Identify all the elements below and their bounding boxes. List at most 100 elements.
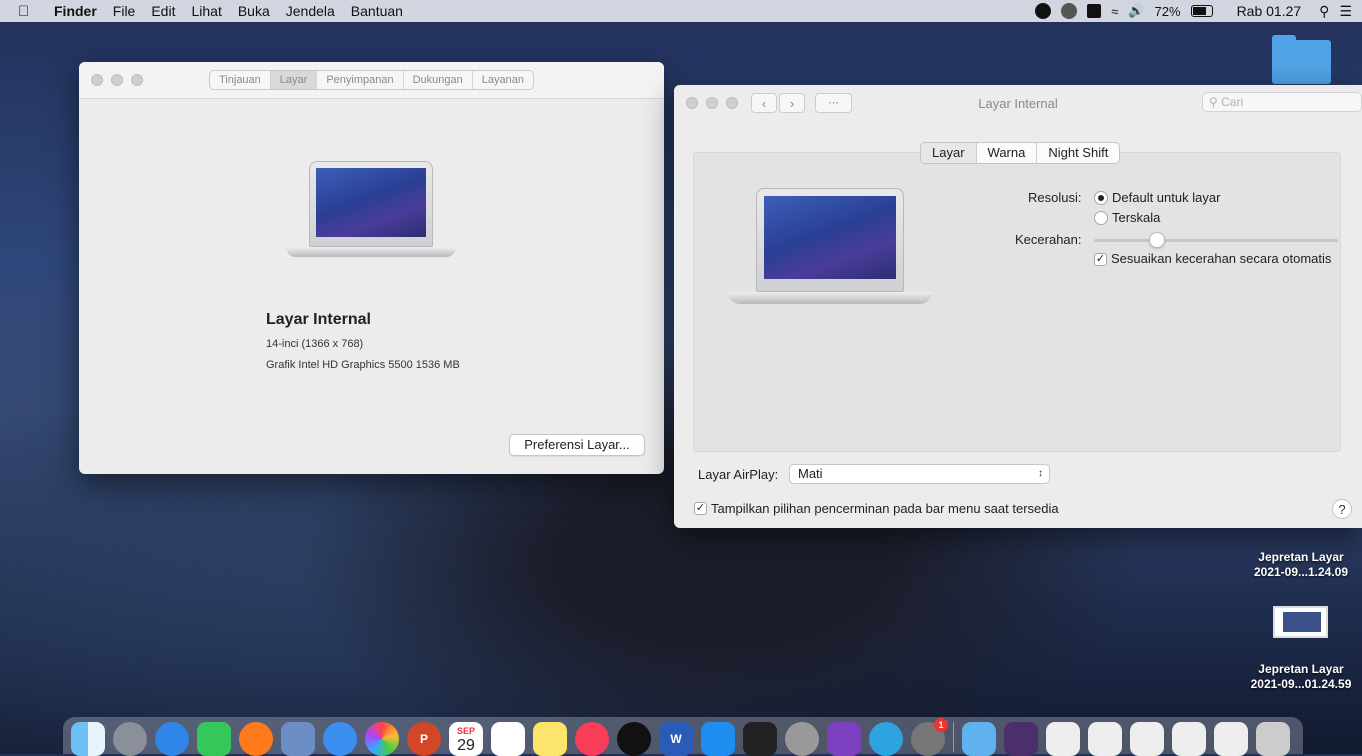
resolution-default-radio[interactable] xyxy=(1094,191,1108,205)
minimize-button[interactable] xyxy=(111,74,123,86)
word-icon[interactable]: W xyxy=(659,722,693,756)
app-store-icon[interactable] xyxy=(701,722,735,756)
menu-go[interactable]: Buka xyxy=(238,3,270,19)
screenshot-thumbnail[interactable] xyxy=(1273,606,1328,638)
menu-help[interactable]: Bantuan xyxy=(351,3,403,19)
prefs-titlebar: ‹ › ⋯ Layar Internal ⚲ Cari xyxy=(674,85,1362,122)
tab-color[interactable]: Warna xyxy=(977,143,1038,163)
auto-brightness-label[interactable]: Sesuaikan kecerahan secara otomatis xyxy=(1111,251,1331,266)
apple-tv-icon[interactable] xyxy=(617,722,651,756)
file-name-line1: Jepretan Layar xyxy=(1258,662,1344,676)
github-icon[interactable] xyxy=(827,722,861,756)
minimized-window-icon[interactable] xyxy=(1004,722,1038,756)
brightness-slider[interactable] xyxy=(1094,239,1338,242)
downloads-folder-icon[interactable] xyxy=(962,722,996,756)
trash-icon[interactable] xyxy=(1256,722,1290,756)
tab-support[interactable]: Dukungan xyxy=(404,71,473,89)
control-center-icon[interactable]: ☰ xyxy=(1339,3,1352,20)
messages-icon[interactable] xyxy=(323,722,357,756)
menu-bar:  Finder File Edit Lihat Buka Jendela Ba… xyxy=(0,0,1362,22)
menu-window[interactable]: Jendela xyxy=(286,3,335,19)
about-tabs: Tinjauan Layar Penyimpanan Dukungan Laya… xyxy=(209,70,534,90)
search-input[interactable]: ⚲ Cari xyxy=(1202,92,1362,112)
minimized-window-icon[interactable] xyxy=(1088,722,1122,756)
calendar-icon[interactable]: SEP 29 xyxy=(449,722,483,756)
battery-icon[interactable] xyxy=(1190,5,1213,17)
resolution-scaled-radio[interactable] xyxy=(1094,211,1108,225)
terminal-icon[interactable] xyxy=(743,722,777,756)
minimized-window-icon[interactable] xyxy=(1130,722,1164,756)
telegram-icon[interactable] xyxy=(869,722,903,756)
minimized-window-icon[interactable] xyxy=(1172,722,1206,756)
camera-icon[interactable] xyxy=(1061,3,1078,19)
music-icon[interactable] xyxy=(575,722,609,756)
laptop-image xyxy=(286,161,456,261)
airplay-value: Mati xyxy=(798,466,823,481)
disk-utility-icon[interactable] xyxy=(785,722,819,756)
tab-night-shift[interactable]: Night Shift xyxy=(1037,143,1119,163)
facetime-icon[interactable] xyxy=(197,722,231,756)
file-name-line1: Jepretan Layar xyxy=(1258,550,1344,564)
dock: P SEP 29 W 1 xyxy=(63,717,1303,756)
notification-badge: 1 xyxy=(934,718,948,732)
help-button[interactable]: ? xyxy=(1332,499,1352,519)
status-area: ≈ 🔊 72% Rab 01.27 ⚲ ☰ xyxy=(1035,3,1352,20)
chevron-updown-icon: ↕ xyxy=(1038,468,1043,479)
display-panel: Resolusi: Default untuk layar Terskala K… xyxy=(693,152,1341,452)
brightness-slider-knob[interactable] xyxy=(1149,232,1166,248)
airplay-select[interactable]: Mati ↕ xyxy=(789,464,1050,484)
menu-app-name[interactable]: Finder xyxy=(54,3,97,19)
minimized-window-icon[interactable] xyxy=(1214,722,1248,756)
menu-file[interactable]: File xyxy=(113,3,136,19)
photos-icon[interactable] xyxy=(365,722,399,756)
safari-icon[interactable] xyxy=(155,722,189,756)
close-button[interactable] xyxy=(91,74,103,86)
desktop-file-screenshot-1[interactable]: Jepretan Layar 2021-09...1.24.09 xyxy=(1236,550,1362,580)
wifi-icon[interactable]: ≈ xyxy=(1111,4,1118,19)
preview-icon[interactable] xyxy=(281,722,315,756)
search-icon: ⚲ xyxy=(1209,95,1218,109)
apple-menu-icon[interactable]:  xyxy=(18,3,42,20)
battery-percent[interactable]: 72% xyxy=(1155,4,1181,19)
menu-view[interactable]: Lihat xyxy=(191,3,221,19)
file-name-line2: 2021-09...1.24.09 xyxy=(1253,565,1349,579)
reminders-icon[interactable] xyxy=(491,722,525,756)
display-preferences-window: ‹ › ⋯ Layar Internal ⚲ Cari Layar Warna … xyxy=(674,85,1362,528)
display-size: 14-inci (1366 x 768) xyxy=(266,338,364,350)
desktop-folder-icon[interactable] xyxy=(1272,35,1331,84)
search-placeholder: Cari xyxy=(1221,95,1244,109)
prefs-tabs: Layar Warna Night Shift xyxy=(920,142,1121,164)
resolution-default-label[interactable]: Default untuk layar xyxy=(1112,190,1220,205)
minimized-window-icon[interactable] xyxy=(1046,722,1080,756)
mirroring-checkbox[interactable]: ✓ xyxy=(694,502,707,515)
auto-brightness-checkbox[interactable]: ✓ xyxy=(1094,253,1107,266)
desktop-file-screenshot-2[interactable]: Jepretan Layar 2021-09...01.24.59 xyxy=(1236,662,1362,692)
powerpoint-icon[interactable]: P xyxy=(407,722,441,756)
screen-record-icon[interactable] xyxy=(1087,4,1102,18)
volume-icon[interactable]: 🔊 xyxy=(1128,3,1144,19)
display-preferences-button[interactable]: Preferensi Layar... xyxy=(509,434,645,456)
tab-storage[interactable]: Penyimpanan xyxy=(317,71,404,89)
graphics-info: Grafik Intel HD Graphics 5500 1536 MB xyxy=(266,359,460,371)
firefox-icon[interactable] xyxy=(239,722,273,756)
file-name-line2: 2021-09...01.24.59 xyxy=(1250,677,1352,691)
airplay-label: Layar AirPlay: xyxy=(698,467,779,482)
tab-service[interactable]: Layanan xyxy=(473,71,533,89)
system-preferences-icon[interactable]: 1 xyxy=(911,718,948,756)
finder-icon[interactable] xyxy=(71,722,105,756)
zoom-button[interactable] xyxy=(131,74,143,86)
location-icon[interactable] xyxy=(1035,3,1052,19)
resolution-scaled-label[interactable]: Terskala xyxy=(1112,210,1160,225)
brightness-label: Kecerahan: xyxy=(1015,232,1082,247)
resolution-label: Resolusi: xyxy=(1028,190,1082,205)
tab-display[interactable]: Layar xyxy=(921,143,977,163)
launchpad-icon[interactable] xyxy=(113,722,147,756)
clock[interactable]: Rab 01.27 xyxy=(1237,3,1302,19)
notes-icon[interactable] xyxy=(533,722,567,756)
tab-displays[interactable]: Layar xyxy=(270,71,318,89)
menu-edit[interactable]: Edit xyxy=(151,3,175,19)
mirroring-label[interactable]: Tampilkan pilihan pencerminan pada bar m… xyxy=(711,501,1059,516)
spotlight-search-icon[interactable]: ⚲ xyxy=(1319,3,1329,20)
tab-overview[interactable]: Tinjauan xyxy=(210,71,271,89)
calendar-month: SEP xyxy=(456,726,475,736)
